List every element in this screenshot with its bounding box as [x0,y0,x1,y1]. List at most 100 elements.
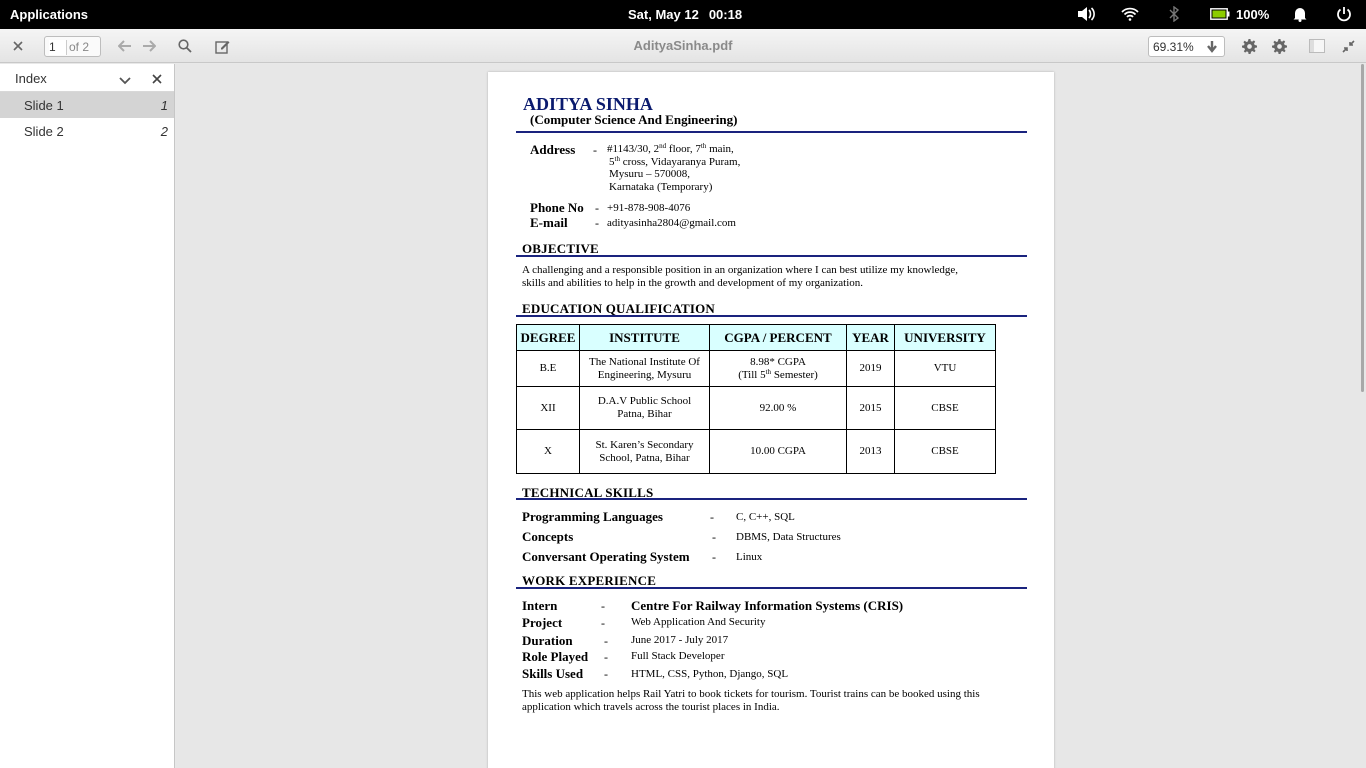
section-divider [516,131,1027,133]
separator-dash: - [604,650,608,664]
table-row: B.E The National Institute Of Engineering… [516,350,996,387]
institute-cell: D.A.V Public School Patna, Bihar [579,386,710,430]
arrow-down-icon[interactable] [1206,40,1218,54]
work-value: HTML, CSS, Python, Django, SQL [631,668,789,680]
index-sidebar: Index Slide 1 1 Slide 2 2 [0,64,175,768]
address-main: main, [706,143,734,155]
address-label: Address [530,142,576,157]
close-icon[interactable] [152,72,162,87]
skill-label: Conversant Operating System [522,549,690,564]
email-label: E-mail [530,215,568,230]
sidebar-toggle-icon[interactable] [1309,38,1325,54]
institute-line: Patna, Bihar [617,408,672,420]
score-cell: 92.00 % [709,386,847,430]
scrollbar[interactable] [1361,64,1364,392]
institute-line: St. Karen’s Secondary [595,438,694,451]
resume-branch: (Computer Science And Engineering) [530,112,738,127]
sidebar-item-slide-1[interactable]: Slide 1 1 [0,92,174,118]
year-cell: 2019 [846,350,895,387]
education-table: DEGREE INSTITUTE CGPA / PERCENT YEAR UNI… [516,324,996,474]
address-floor: floor, 7 [666,143,701,155]
column-header: CGPA / PERCENT [709,324,847,351]
gear-icon[interactable] [1271,38,1287,54]
address-cross: cross, Vidayaranya Puram, [619,156,741,168]
volume-icon[interactable] [1075,5,1097,23]
separator-dash: - [712,550,716,564]
power-icon[interactable] [1335,5,1353,23]
date-label: Sat, May 12 [628,7,699,22]
pdf-page: ADITYA SINHA (Computer Science And Engin… [488,72,1054,768]
table-row: XII D.A.V Public School Patna, Bihar 92.0… [516,386,996,430]
university-cell: CBSE [894,429,996,474]
separator-dash: - [595,201,599,215]
separator-dash: - [604,667,608,681]
time-label: 00:18 [708,7,743,22]
degree-cell: B.E [516,350,580,387]
university-cell: VTU [894,350,996,387]
score-line-suffix: Semester) [771,368,818,381]
institute-line: Engineering, Mysuru [597,368,692,381]
work-value: Full Stack Developer [631,650,725,662]
institute-line: D.A.V Public School [597,395,692,407]
score-cell: 10.00 CGPA [709,429,847,474]
work-value: June 2017 - July 2017 [631,634,729,646]
score-line-prefix: (Till 5 [738,368,766,381]
degree-cell: XII [516,386,580,430]
institute-cell: The National Institute Of Engineering, My… [579,350,710,387]
battery-icon[interactable] [1209,5,1231,23]
skill-value: Linux [736,551,763,563]
sidebar-item-page: 2 [160,124,168,139]
sidebar-title: Index [15,71,47,86]
address-number: #1143/30, 2 [607,143,660,155]
separator-dash: - [593,143,597,157]
separator-dash: - [601,599,605,613]
toolbar: 1 of 2 AdityaSinha.pdf 69.31% [0,29,1366,63]
work-value: Centre For Railway Information Systems (… [631,598,904,613]
zoom-value: 69.31% [1153,40,1194,54]
section-divider [516,315,1027,317]
address-line: Karnataka (Temporary) [609,181,713,193]
column-header: DEGREE [516,324,580,351]
skill-label: Concepts [522,529,574,544]
separator-dash: - [604,634,608,648]
restore-icon[interactable] [1340,38,1356,54]
notifications-icon[interactable] [1290,5,1310,23]
section-divider [516,587,1027,589]
work-label: Project [522,615,563,630]
sidebar-item-label: Slide 1 [24,98,64,113]
skill-label: Programming Languages [522,509,663,524]
work-label: Intern [522,598,558,613]
objective-line: skills and abilities to help in the grow… [522,277,864,289]
work-label: Duration [522,633,573,648]
separator-dash: - [712,530,716,544]
year-cell: 2015 [846,386,895,430]
chevron-down-icon[interactable] [119,73,131,88]
zoom-selector[interactable]: 69.31% [1148,36,1225,57]
section-divider [516,255,1027,257]
table-row: X St. Karen’s Secondary School, Patna, Bi… [516,429,996,474]
wifi-icon[interactable] [1120,5,1140,23]
battery-percent: 100% [1236,7,1270,22]
separator-dash: - [601,616,605,630]
top-panel: Applications Sat, May 12 00:18 100% [0,0,1366,29]
institute-line: School, Patna, Bihar [599,451,690,464]
address-line: Mysuru – 570008, [609,168,690,180]
phone-value: +91-878-908-4076 [607,202,691,214]
work-description-line: application which travels across the tou… [522,701,780,713]
work-label: Role Played [522,649,589,664]
column-header: INSTITUTE [579,324,710,351]
work-label: Skills Used [522,666,584,681]
sidebar-item-slide-2[interactable]: Slide 2 2 [0,118,174,144]
work-description-line: This web application helps Rail Yatri to… [522,688,980,700]
year-cell: 2013 [846,429,895,474]
applications-menu[interactable]: Applications [10,7,88,22]
skill-value: DBMS, Data Structures [736,531,841,543]
document-view[interactable]: ADITYA SINHA (Computer Science And Engin… [176,64,1366,768]
gear-icon[interactable] [1241,38,1257,54]
work-value: Web Application And Security [631,616,766,628]
bluetooth-icon[interactable] [1166,5,1182,23]
sidebar-item-label: Slide 2 [24,124,64,139]
objective-line: A challenging and a responsible position… [522,264,959,276]
clock[interactable]: Sat, May 12 00:18 [628,7,752,22]
section-divider [516,498,1027,500]
